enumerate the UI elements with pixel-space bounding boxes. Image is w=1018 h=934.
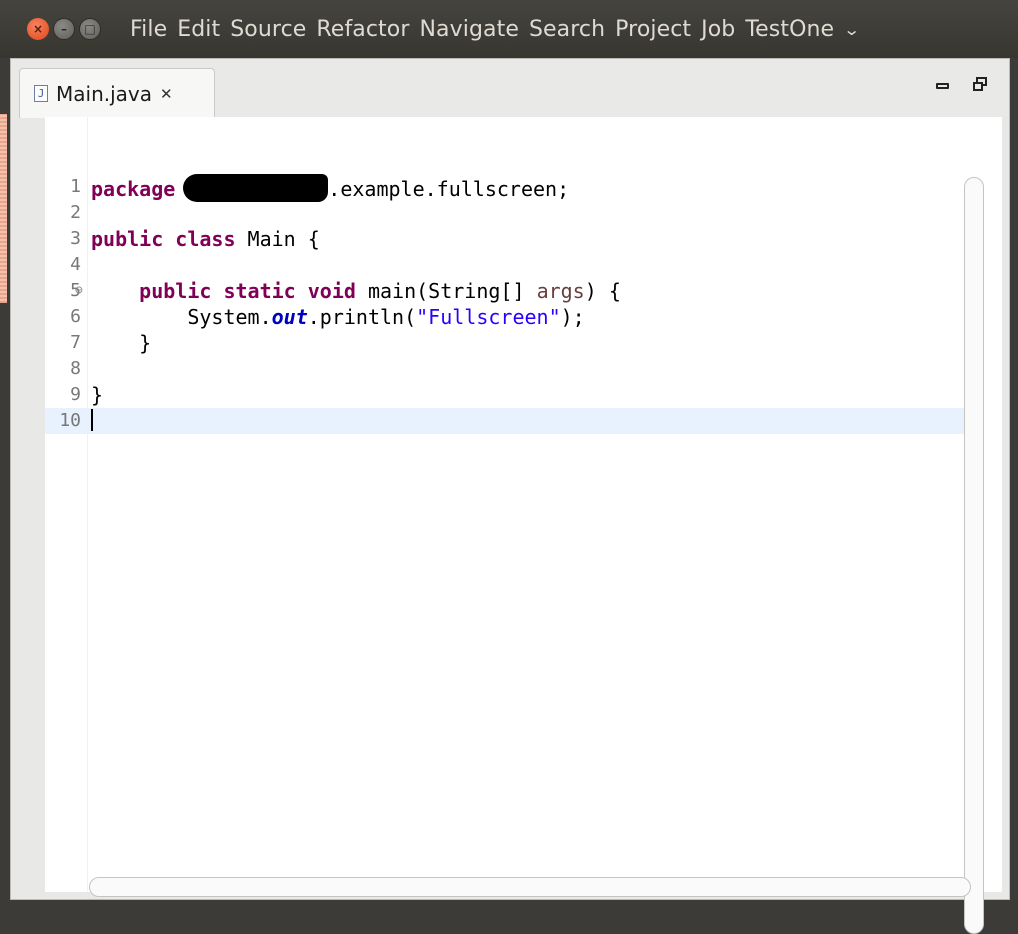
vertical-scrollbar[interactable] [964,177,984,934]
editor-window: J Main.java ✕ 1 package .example.fullscree… [0,58,1010,934]
menu-file[interactable]: File [125,17,172,42]
minimize-window-button[interactable]: – [53,18,75,40]
minimize-view-icon[interactable] [936,83,949,89]
code-token: } [91,383,104,407]
line-source: public class Main { [91,226,320,252]
code-line[interactable]: 6 System.out.println("Fullscreen"); [45,304,1002,330]
code-line[interactable]: 3 public class Main { [45,226,1002,252]
line-source: System.out.println("Fullscreen"); [91,304,585,330]
menu-navigate[interactable]: Navigate [415,17,524,42]
code-line[interactable]: 2 [45,200,1002,226]
code-token: ); [560,305,585,329]
change-ruler [0,114,7,303]
main-menu: File Edit Source Refactor Navigate Search Proj… [125,17,839,42]
line-source: package .example.fullscreen; [91,174,569,202]
line-number: 9 [70,384,81,405]
code-token: } [91,331,152,355]
close-tab-icon[interactable]: ✕ [160,85,173,103]
line-number: 4 [70,254,81,275]
code-line[interactable]: 10 [45,408,970,434]
keyword-token: public [139,279,212,303]
tab-main-java[interactable]: J Main.java ✕ [19,68,215,118]
line-number: 1 [70,176,81,197]
menu-edit[interactable]: Edit [172,17,225,42]
parameter-token: args [536,279,585,303]
line-number: 8 [70,358,81,379]
editor-tab-bar: J Main.java ✕ [11,59,1009,118]
maximize-window-button[interactable]: □ [79,18,101,40]
code-area[interactable]: 1 package .example.fullscreen; 2 3 public cla… [45,174,1002,434]
code-line[interactable]: 7 } [45,330,1002,356]
code-line[interactable]: 1 package .example.fullscreen; [45,174,1002,202]
window-controls: × – □ [27,18,101,40]
code-token: ) { [584,279,621,303]
menu-job[interactable]: Job [696,17,740,42]
menu-bar: × – □ File Edit Source Refactor Navigate Sear… [0,0,1018,58]
menu-source[interactable]: Source [225,17,311,42]
menu-refactor[interactable]: Refactor [311,17,414,42]
keyword-token: void [307,279,356,303]
close-window-button[interactable]: × [27,18,49,40]
keyword-token: package [91,177,176,201]
menu-testone[interactable]: TestOne [740,17,839,42]
keyword-token: class [175,227,236,251]
redaction-mark [183,174,329,202]
fold-collapse-icon[interactable]: ⊖ [75,278,83,304]
java-file-icon: J [34,85,48,102]
line-source: } [91,382,103,408]
menu-search[interactable]: Search [524,17,610,42]
code-token: main(String[] [355,279,537,303]
code-token: System. [91,305,272,329]
field-token: out [271,305,308,329]
horizontal-scrollbar[interactable] [89,877,971,897]
code-line[interactable]: 5 ⊖ public static void main(String[] args… [45,278,1002,304]
code-editor[interactable]: 1 package .example.fullscreen; 2 3 public cla… [45,117,1002,934]
line-number: 2 [70,202,81,223]
menu-project[interactable]: Project [610,17,696,42]
keyword-token: static [223,279,296,303]
line-number: 3 [70,228,81,249]
view-controls [936,77,987,91]
line-source: } [91,330,151,356]
keyword-token: public [91,227,164,251]
string-token: "Fullscreen" [416,305,561,329]
maximize-view-icon[interactable] [973,77,987,91]
chevron-down-icon[interactable]: ⌄ [843,20,860,39]
code-line[interactable]: 4 [45,252,1002,278]
line-source [91,408,93,434]
line-number: 7 [70,332,81,353]
line-number: 10 [59,410,81,431]
line-number: 6 [70,306,81,327]
text-cursor [91,409,93,431]
code-token: .println( [307,305,417,329]
code-line[interactable]: 8 [45,356,1002,382]
tab-label: Main.java [56,81,153,106]
code-line[interactable]: 9} [45,382,1002,408]
code-token: .example.fullscreen; [328,177,570,201]
code-token: Main { [235,227,320,251]
line-source: public static void main(String[] args) { [91,278,621,304]
